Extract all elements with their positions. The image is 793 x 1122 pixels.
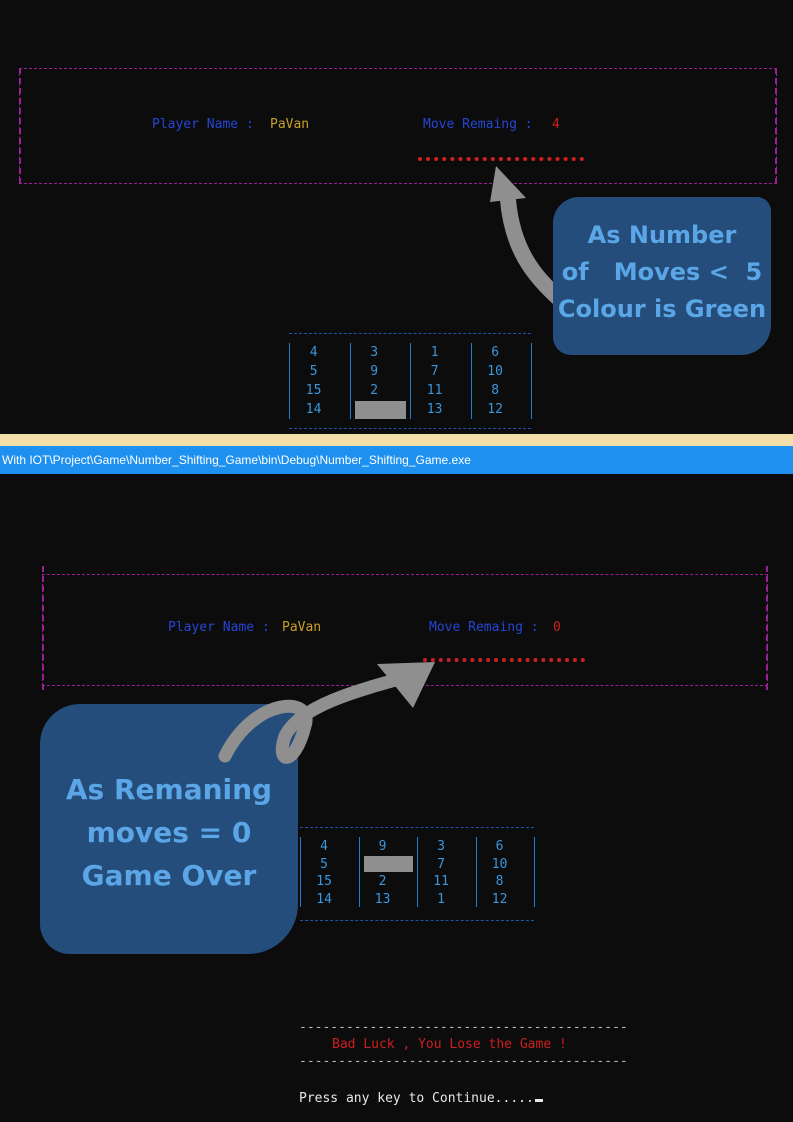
grid-border (300, 837, 301, 907)
grid-cell: 2 (378, 874, 387, 889)
callout-line: Colour is Green (557, 295, 767, 323)
number-grid: 4 9 3 6 5 7 10 15 2 11 8 14 13 1 12 (300, 827, 535, 921)
grid-cell: 12 (487, 402, 503, 417)
player-info-frame (19, 68, 777, 184)
screenshot-separator (0, 434, 793, 446)
grid-border (531, 343, 532, 419)
player-name-label: Player Name : (168, 620, 278, 635)
grid-column-divider (358, 837, 360, 907)
message-divider-bottom: ----------------------------------------… (299, 1054, 628, 1069)
curly-arrow-icon (218, 662, 435, 764)
grid-cell: 3 (370, 345, 379, 360)
moves-remaining-label: Move Remaing : (423, 117, 541, 132)
grid-cell: 11 (426, 383, 443, 398)
grid-cell: 11 (433, 874, 449, 889)
grid-cell: 1 (430, 345, 439, 360)
grid-cell: 15 (316, 874, 332, 889)
console-screen-bottom: Player Name : PaVan Move Remaing : 0 As … (0, 474, 793, 1122)
grid-cell: 10 (491, 856, 508, 872)
grid-column-divider (475, 837, 477, 907)
player-name-value: PaVan (282, 620, 322, 635)
grid-cell: 14 (316, 891, 332, 907)
moves-remaining-label: Move Remaing : (429, 620, 547, 635)
grid-cell: 8 (495, 874, 504, 889)
grid-cell: 15 (305, 383, 322, 398)
callout-line: of Moves < 5 (561, 258, 763, 286)
frame-left-bar (42, 566, 44, 690)
grid-cell: 9 (378, 839, 387, 854)
grid-cell: 10 (487, 364, 503, 379)
grid-cell: 12 (491, 891, 508, 907)
grid-cell: 6 (495, 839, 504, 854)
console-screen-top: Player Name : PaVan Move Remaing : 4 4 3 1… (0, 0, 793, 434)
grid-column-divider (417, 837, 418, 907)
callout-line: As Number (587, 221, 737, 249)
grid-cell: 13 (374, 891, 391, 907)
callout-moves-green: As Number of Moves < 5 Colour is Green (553, 197, 771, 355)
grid-cell: 5 (309, 364, 318, 379)
grid-border (289, 343, 290, 419)
frame-right-bar (766, 566, 768, 690)
player-name-label: Player Name : (152, 117, 262, 132)
grid-border (534, 837, 535, 907)
frame-right-bar (775, 68, 777, 184)
grid-cell: 4 (320, 839, 328, 854)
callout-line: Game Over (81, 859, 257, 892)
player-name-value: PaVan (270, 117, 310, 132)
grid-column-divider (470, 343, 472, 419)
empty-tile (363, 855, 413, 872)
grid-cell: 5 (320, 856, 328, 872)
frame-left-bar (19, 68, 21, 184)
grid-cell: 13 (426, 402, 443, 417)
grid-cell: 1 (437, 891, 445, 907)
moves-remaining-value: 0 (553, 620, 561, 635)
press-key-text: Press any key to Continue..... (299, 1091, 534, 1106)
moves-indicator-line (423, 658, 585, 662)
lose-message: Bad Luck , You Lose the Game ! (332, 1037, 567, 1052)
moves-remaining-value: 4 (552, 117, 560, 132)
empty-tile (354, 401, 406, 419)
grid-cell: 8 (491, 383, 500, 398)
callout-line: moves = 0 (86, 816, 252, 849)
message-divider-top: ----------------------------------------… (299, 1020, 628, 1035)
grid-column-divider (349, 343, 351, 419)
number-grid: 4 3 1 6 5 9 7 10 15 2 11 8 14 13 12 (289, 333, 532, 429)
text-cursor (534, 1099, 543, 1102)
grid-cell: 3 (437, 839, 445, 854)
grid-cell: 6 (491, 345, 500, 360)
grid-cell: 9 (370, 364, 379, 379)
grid-cell: 7 (437, 856, 445, 872)
grid-cell: 4 (309, 345, 318, 360)
window-title-bar[interactable]: With IOT\Project\Game\Number_Shifting_Ga… (0, 446, 793, 474)
grid-column-divider (410, 343, 411, 419)
press-key-prompt[interactable]: Press any key to Continue..... (299, 1091, 543, 1106)
grid-cell: 2 (370, 383, 379, 398)
grid-cell: 7 (430, 364, 439, 379)
grid-cell: 14 (305, 402, 322, 417)
